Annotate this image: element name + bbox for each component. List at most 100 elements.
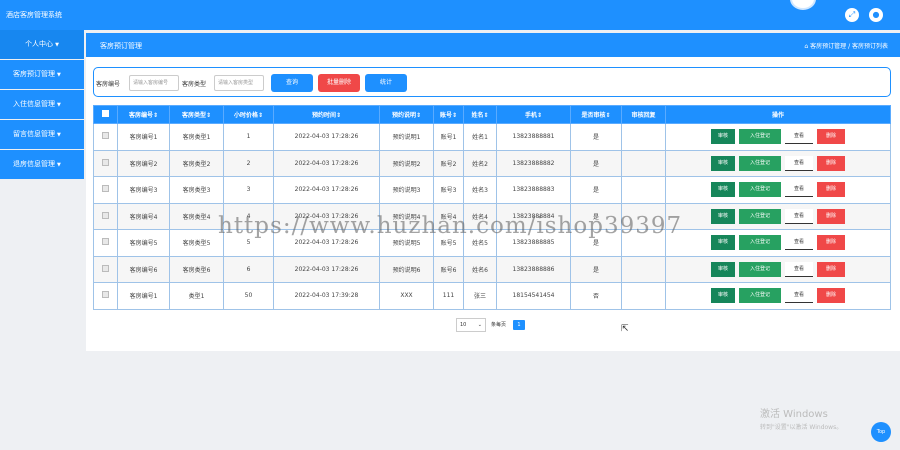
- col-account[interactable]: 账号⇕: [433, 105, 464, 124]
- audit-button[interactable]: 审核: [711, 235, 735, 251]
- col-room-type[interactable]: 客房类型⇕: [169, 105, 224, 124]
- app-title: 酒店客房管理系统: [6, 11, 62, 19]
- row-checkbox[interactable]: [102, 238, 109, 246]
- checkin-button[interactable]: 入住登记: [739, 182, 781, 198]
- col-phone[interactable]: 手机⇕: [496, 105, 571, 124]
- cell-booking-time: 2022-04-03 17:28:26: [273, 123, 380, 151]
- row-select-cell: [93, 255, 118, 283]
- delete-button[interactable]: 删除: [817, 208, 845, 224]
- col-booking-time[interactable]: 预约时间⇕: [273, 105, 380, 124]
- select-all-checkbox[interactable]: [102, 110, 109, 117]
- room-type-label: 客房类型: [182, 81, 207, 88]
- cell-hour-price: 6: [223, 255, 274, 283]
- row-select-cell: [93, 149, 118, 177]
- page-title: 客房预订管理: [100, 42, 142, 50]
- cell-booking-note: 预约说明6: [379, 255, 434, 283]
- room-no-input[interactable]: 请输入客房编号: [129, 75, 179, 91]
- sidebar-item-checkout[interactable]: 退房信息管理 ▼: [0, 150, 84, 179]
- avatar[interactable]: [790, 0, 816, 10]
- main-panel: 客房预订管理 ⌂ 客房预订管理 / 客房预订列表 客房编号 请输入客房编号 客房…: [86, 33, 900, 351]
- sidebar-item-room-booking[interactable]: 客房预订管理 ▼: [0, 60, 84, 89]
- cell-audit-reply: [621, 149, 666, 177]
- cell-account: 账号3: [433, 176, 464, 204]
- cell-room-type: 客房类型6: [169, 255, 224, 283]
- audit-button[interactable]: 审核: [711, 129, 735, 145]
- view-button[interactable]: 查看: [785, 129, 813, 145]
- room-type-input[interactable]: 请输入客房类型: [214, 75, 264, 91]
- row-checkbox[interactable]: [102, 211, 109, 219]
- cell-booking-time: 2022-04-03 17:28:26: [273, 149, 380, 177]
- cell-room-type: 客房类型5: [169, 229, 224, 257]
- view-button[interactable]: 查看: [785, 182, 813, 198]
- checkin-button[interactable]: 入住登记: [739, 235, 781, 251]
- row-checkbox[interactable]: [102, 132, 109, 140]
- select-all-header[interactable]: [93, 105, 118, 124]
- cell-room-type: 类型1: [169, 282, 224, 310]
- batch-delete-button[interactable]: 批量删除: [318, 74, 360, 92]
- audit-button[interactable]: 审核: [711, 288, 735, 304]
- audit-button[interactable]: 审核: [711, 182, 735, 198]
- cell-phone: 13823888886: [496, 255, 571, 283]
- cell-room-type: 客房类型1: [169, 123, 224, 151]
- cell-name: 姓名6: [463, 255, 497, 283]
- cell-audited: 是: [570, 176, 622, 204]
- page-size-select[interactable]: 10 ⌄: [456, 318, 486, 332]
- row-select-cell: [93, 229, 118, 257]
- cell-actions: 审核 入住登记 查看 删除: [665, 176, 891, 204]
- sidebar-item-messages[interactable]: 留言信息管理 ▼: [0, 120, 84, 149]
- audit-button[interactable]: 审核: [711, 261, 735, 277]
- breadcrumb-text[interactable]: 客房预订管理 / 客房预订列表: [810, 43, 888, 50]
- cell-audited: 是: [570, 149, 622, 177]
- cell-actions: 审核 入住登记 查看 删除: [665, 202, 891, 230]
- row-checkbox[interactable]: [102, 291, 109, 299]
- view-button[interactable]: 查看: [785, 235, 813, 251]
- delete-button[interactable]: 删除: [817, 155, 845, 171]
- user-icon[interactable]: ●: [869, 8, 883, 22]
- view-button[interactable]: 查看: [785, 288, 813, 304]
- sidebar-item-label: 入住信息管理: [13, 100, 55, 108]
- col-audit-reply[interactable]: 审核回复: [621, 105, 666, 124]
- page-button-current[interactable]: 1: [513, 320, 525, 330]
- fullscreen-icon[interactable]: ⤢: [845, 8, 859, 22]
- row-checkbox[interactable]: [102, 264, 109, 272]
- checkin-button[interactable]: 入住登记: [739, 288, 781, 304]
- delete-button[interactable]: 删除: [817, 261, 845, 277]
- view-button[interactable]: 查看: [785, 261, 813, 277]
- chevron-down-icon: ▼: [57, 72, 61, 78]
- sidebar-item-personal-center[interactable]: 个人中心 ▼: [0, 30, 84, 59]
- col-name[interactable]: 姓名⇕: [463, 105, 497, 124]
- back-to-top-button[interactable]: Top: [871, 422, 891, 442]
- col-hour-price[interactable]: 小时价格⇕: [223, 105, 274, 124]
- audit-button[interactable]: 审核: [711, 208, 735, 224]
- checkin-button[interactable]: 入住登记: [739, 261, 781, 277]
- cell-booking-note: 预约说明3: [379, 176, 434, 204]
- audit-button[interactable]: 审核: [711, 155, 735, 171]
- cell-actions: 审核 入住登记 查看 删除: [665, 229, 891, 257]
- delete-button[interactable]: 删除: [817, 235, 845, 251]
- row-checkbox[interactable]: [102, 158, 109, 166]
- cell-booking-time: 2022-04-03 17:28:26: [273, 176, 380, 204]
- col-booking-note[interactable]: 预约说明⇕: [379, 105, 434, 124]
- cell-phone: 13823888881: [496, 123, 571, 151]
- delete-button[interactable]: 删除: [817, 129, 845, 145]
- row-select-cell: [93, 282, 118, 310]
- row-checkbox[interactable]: [102, 185, 109, 193]
- home-icon[interactable]: ⌂: [804, 43, 808, 50]
- sidebar: 个人中心 ▼ 客房预订管理 ▼ 入住信息管理 ▼ 留言信息管理 ▼ 退房信息管理 ▼: [0, 30, 84, 450]
- view-button[interactable]: 查看: [785, 155, 813, 171]
- checkin-button[interactable]: 入住登记: [739, 208, 781, 224]
- checkin-button[interactable]: 入住登记: [739, 155, 781, 171]
- sidebar-item-checkin[interactable]: 入住信息管理 ▼: [0, 90, 84, 119]
- page-header: 客房预订管理 ⌂ 客房预订管理 / 客房预订列表: [86, 33, 900, 57]
- view-button[interactable]: 查看: [785, 208, 813, 224]
- delete-button[interactable]: 删除: [817, 288, 845, 304]
- col-actions: 操作: [665, 105, 891, 124]
- col-room-no[interactable]: 客房编号⇕: [117, 105, 170, 124]
- col-audited[interactable]: 是否审核⇕: [570, 105, 622, 124]
- cell-audited: 是: [570, 255, 622, 283]
- checkin-button[interactable]: 入住登记: [739, 129, 781, 145]
- stats-button[interactable]: 统计: [365, 74, 407, 92]
- query-button[interactable]: 查询: [271, 74, 313, 92]
- delete-button[interactable]: 删除: [817, 182, 845, 198]
- cell-room-type: 客房类型4: [169, 202, 224, 230]
